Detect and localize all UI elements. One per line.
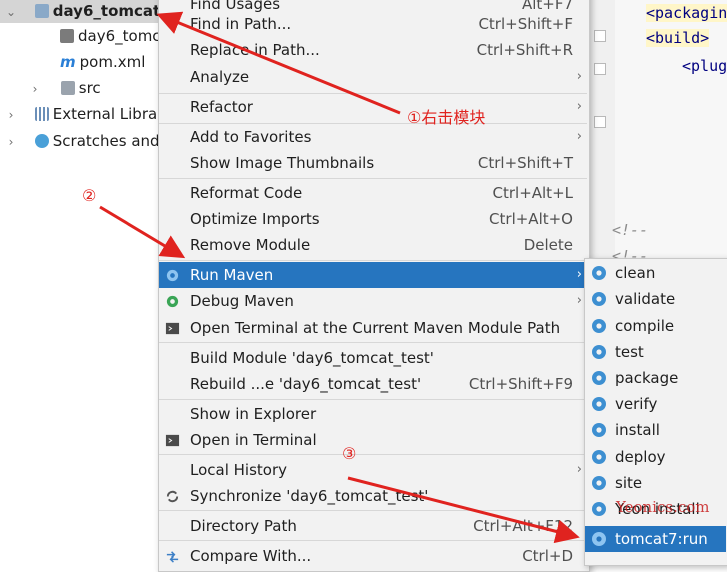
arrow-step2 — [99, 205, 186, 259]
annotation-arrows — [99, 11, 580, 544]
arrow-step1 — [156, 11, 401, 115]
arrow-step3 — [347, 476, 580, 544]
